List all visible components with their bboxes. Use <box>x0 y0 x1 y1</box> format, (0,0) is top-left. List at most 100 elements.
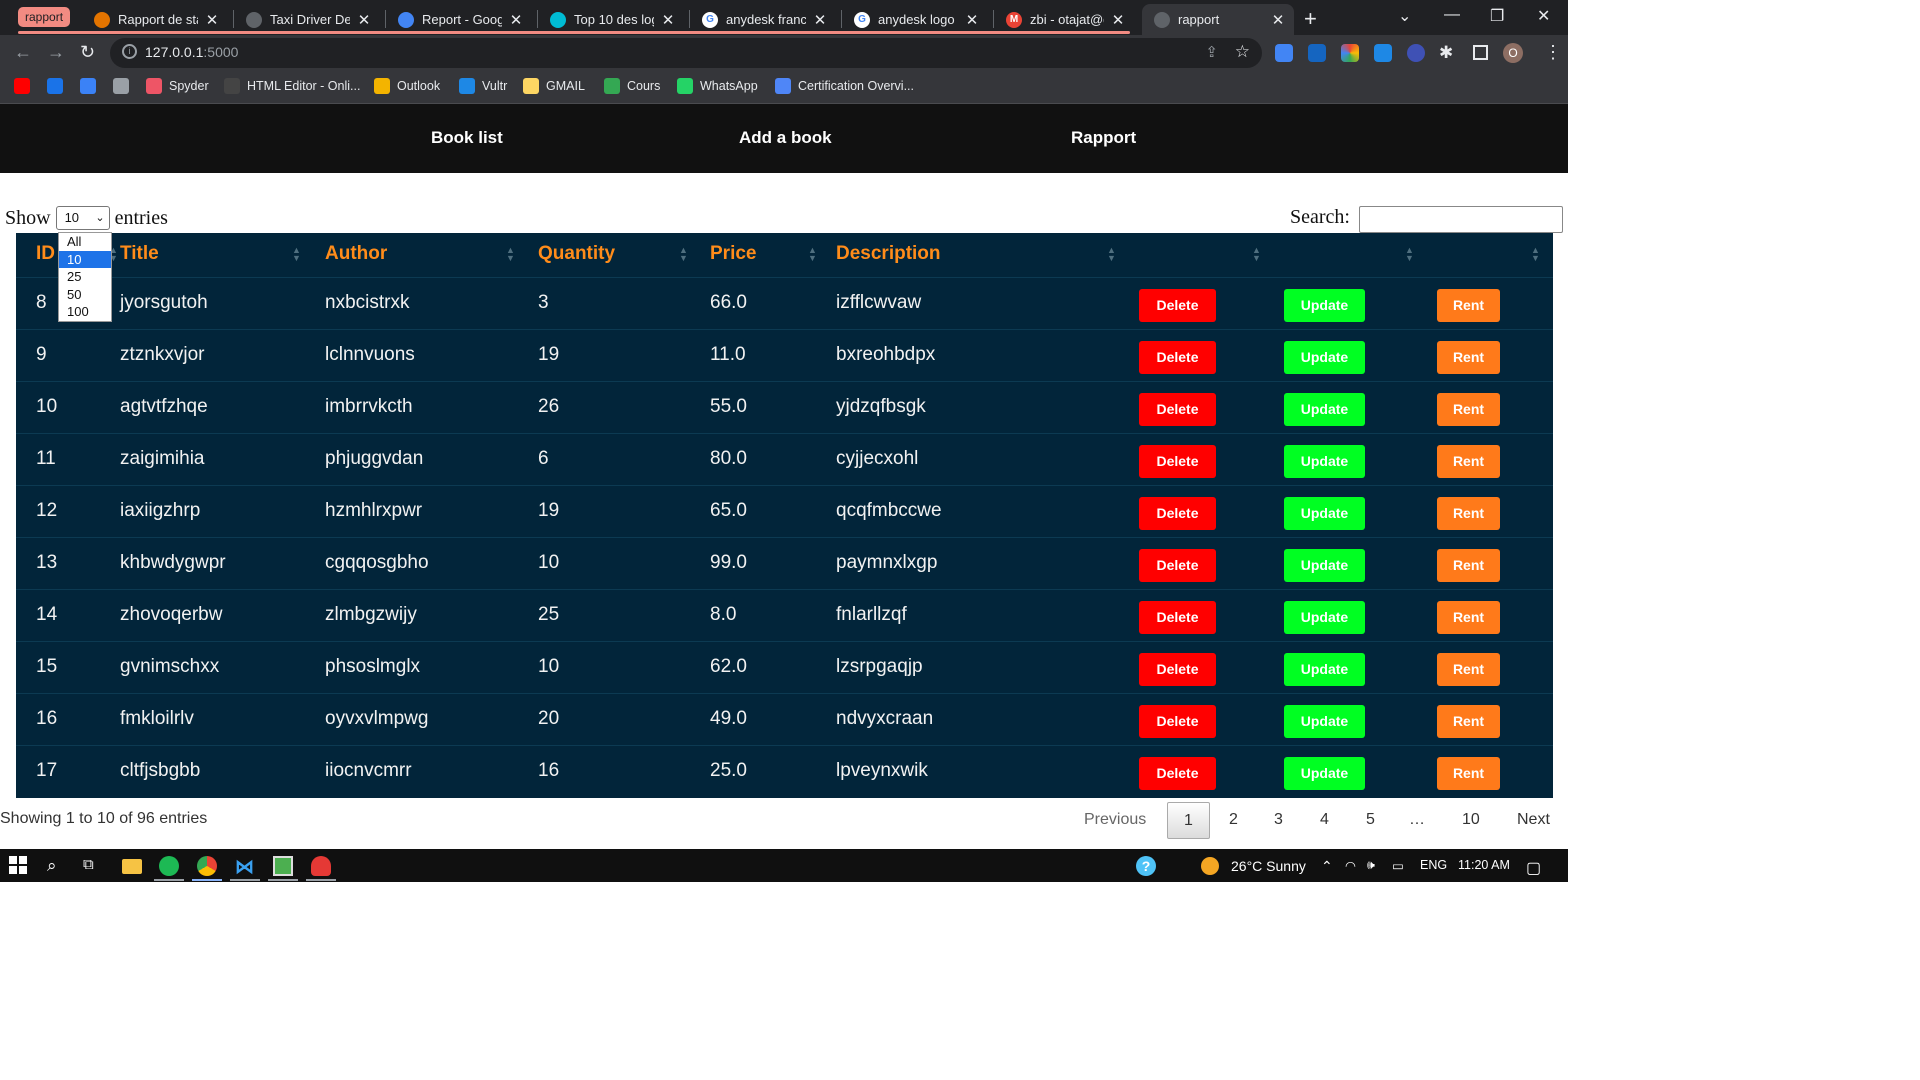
entries-option[interactable]: 10 <box>59 250 111 268</box>
bookmark-item[interactable]: Certification Overvi... <box>775 78 914 94</box>
help-icon[interactable]: ? <box>1136 856 1156 876</box>
delete-button[interactable]: Delete <box>1139 757 1216 790</box>
chrome-icon[interactable] <box>197 856 217 876</box>
profile-avatar[interactable]: O <box>1503 43 1523 63</box>
delete-button[interactable]: Delete <box>1139 341 1216 374</box>
pagination-next[interactable]: Next <box>1517 811 1550 829</box>
rent-button[interactable]: Rent <box>1437 653 1500 686</box>
update-button[interactable]: Update <box>1284 601 1365 634</box>
nav-add-book[interactable]: Add a book <box>739 128 832 148</box>
bookmark-item[interactable] <box>113 78 129 94</box>
browser-tab[interactable]: Taxi Driver Dete ✕ <box>234 4 380 35</box>
update-button[interactable]: Update <box>1284 289 1365 322</box>
pagination-page[interactable]: 3 <box>1274 811 1283 829</box>
column-header[interactable]: Price <box>710 243 756 265</box>
rent-button[interactable]: Rent <box>1437 393 1500 426</box>
sort-icon[interactable]: ▲ ▼ <box>808 246 817 263</box>
pagination-page[interactable]: 4 <box>1320 811 1329 829</box>
side-panel-icon[interactable] <box>1473 45 1488 60</box>
pagination-page[interactable]: 10 <box>1462 811 1480 829</box>
search-input[interactable] <box>1359 206 1563 233</box>
bookmark-item[interactable]: Vultr <box>459 78 507 94</box>
delete-button[interactable]: Delete <box>1139 705 1216 738</box>
entries-option[interactable]: 25 <box>59 268 111 286</box>
close-icon[interactable]: ✕ <box>964 11 980 29</box>
battery-icon[interactable]: ▭ <box>1392 858 1404 873</box>
app-icon[interactable] <box>273 856 293 876</box>
nav-book-list[interactable]: Book list <box>431 128 503 148</box>
search-icon[interactable]: ⌕ <box>47 856 67 876</box>
tab-search-icon[interactable]: ⌄ <box>1398 6 1411 26</box>
sort-icon[interactable]: ▲ ▼ <box>1405 246 1414 263</box>
close-icon[interactable]: ✕ <box>204 11 220 29</box>
update-button[interactable]: Update <box>1284 445 1365 478</box>
new-tab-button[interactable]: + <box>1304 6 1317 32</box>
rent-button[interactable]: Rent <box>1437 705 1500 738</box>
rent-button[interactable]: Rent <box>1437 549 1500 582</box>
volume-icon[interactable]: 🕪 <box>1367 858 1375 873</box>
sort-icon[interactable]: ▲ ▼ <box>679 246 688 263</box>
browser-tab[interactable]: Mzbi - otajat@gm ✕ <box>994 4 1134 35</box>
weather-icon[interactable] <box>1201 857 1219 875</box>
language-indicator[interactable]: ENG <box>1420 858 1447 872</box>
vscode-icon[interactable]: ⋈ <box>235 856 255 878</box>
rent-button[interactable]: Rent <box>1437 497 1500 530</box>
clock[interactable]: 11:20 AM <box>1458 858 1510 872</box>
minimize-button[interactable]: — <box>1444 6 1460 24</box>
sort-icon[interactable]: ▲ ▼ <box>506 246 515 263</box>
bookmark-item[interactable] <box>14 78 30 94</box>
update-button[interactable]: Update <box>1284 341 1365 374</box>
pagination-previous[interactable]: Previous <box>1084 811 1146 829</box>
address-bar[interactable]: i 127.0.0.1:5000 ⇪ ☆ <box>110 38 1262 68</box>
sort-icon[interactable]: ▲ ▼ <box>1107 246 1116 263</box>
close-icon[interactable]: ✕ <box>508 11 524 29</box>
anydesk-icon[interactable] <box>311 856 331 876</box>
bookmark-item[interactable]: HTML Editor - Onli... <box>224 78 360 94</box>
sort-icon[interactable]: ▲ ▼ <box>292 246 301 263</box>
update-button[interactable]: Update <box>1284 497 1365 530</box>
browser-tab[interactable]: Rapport de stag ✕ <box>82 4 228 35</box>
shield-extension-icon[interactable] <box>1407 44 1425 62</box>
maximize-button[interactable]: ❐ <box>1490 6 1504 26</box>
weather-text[interactable]: 26°C Sunny <box>1231 858 1306 874</box>
column-header[interactable]: Author <box>325 243 387 265</box>
url-text[interactable]: 127.0.0.1:5000 <box>145 44 238 60</box>
bookmark-item[interactable]: Outlook <box>374 78 440 94</box>
delete-button[interactable]: Delete <box>1139 445 1216 478</box>
update-button[interactable]: Update <box>1284 653 1365 686</box>
browser-tab[interactable]: Top 10 des logic ✕ <box>538 4 684 35</box>
delete-button[interactable]: Delete <box>1139 289 1216 322</box>
share-icon[interactable]: ⇪ <box>1205 43 1218 61</box>
update-button[interactable]: Update <box>1284 757 1365 790</box>
column-header[interactable]: Quantity <box>538 243 615 265</box>
update-button[interactable]: Update <box>1284 549 1365 582</box>
forward-icon[interactable]: → <box>47 42 65 63</box>
reload-icon[interactable]: ↻ <box>80 42 95 63</box>
delete-button[interactable]: Delete <box>1139 393 1216 426</box>
pagination-page[interactable]: 1 <box>1167 802 1210 839</box>
browser-tab[interactable]: Report - Google ✕ <box>386 4 532 35</box>
chevron-up-icon[interactable]: ⌃ <box>1321 858 1333 875</box>
rent-button[interactable]: Rent <box>1437 757 1500 790</box>
color-extension-icon[interactable] <box>1341 44 1359 62</box>
close-icon[interactable]: ✕ <box>1110 11 1126 29</box>
rent-button[interactable]: Rent <box>1437 289 1500 322</box>
site-info-icon[interactable]: i <box>122 44 137 59</box>
rent-button[interactable]: Rent <box>1437 601 1500 634</box>
rent-button[interactable]: Rent <box>1437 341 1500 374</box>
delete-button[interactable]: Delete <box>1139 497 1216 530</box>
update-button[interactable]: Update <box>1284 705 1365 738</box>
pagination-page[interactable]: 2 <box>1229 811 1238 829</box>
entries-option[interactable]: 50 <box>59 286 111 304</box>
extension-icon[interactable] <box>1308 44 1326 62</box>
translate-extension-icon[interactable] <box>1275 44 1293 62</box>
bookmark-star-icon[interactable]: ☆ <box>1235 42 1250 62</box>
spotify-icon[interactable] <box>159 856 179 876</box>
windows-start-icon[interactable] <box>9 856 29 876</box>
bookmark-item[interactable] <box>47 78 63 94</box>
bookmark-item[interactable]: Cours <box>604 78 660 94</box>
notification-icon[interactable]: ▢ <box>1526 858 1541 878</box>
task-view-icon[interactable]: ⧉ <box>83 856 103 876</box>
rent-button[interactable]: Rent <box>1437 445 1500 478</box>
bookmark-item[interactable]: WhatsApp <box>677 78 758 94</box>
